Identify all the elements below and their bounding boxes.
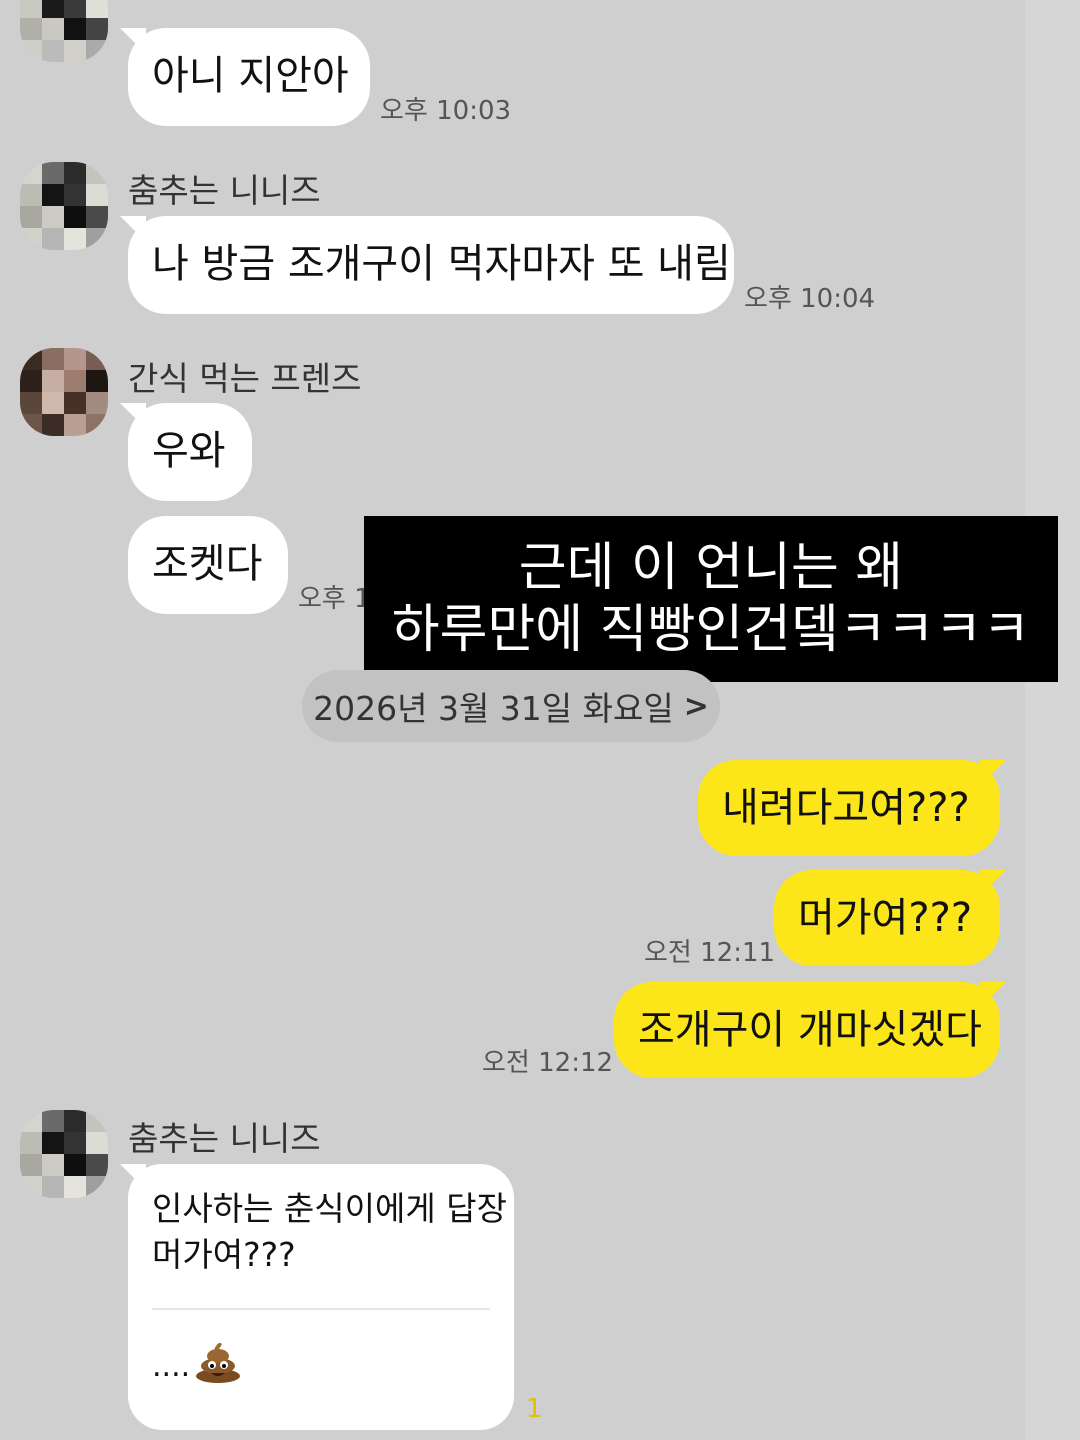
message-text: 조켓다 bbox=[152, 541, 263, 587]
message-bubble[interactable]: 조켓다 bbox=[128, 516, 288, 614]
message-time: 오후 1 bbox=[298, 584, 371, 614]
reply-line: 인사하는 춘식이에게 답장 bbox=[152, 1189, 507, 1228]
sender-name: 춤추는 니니즈 bbox=[128, 1119, 321, 1158]
avatar[interactable] bbox=[20, 1110, 108, 1198]
message-time: 오후 10:04 bbox=[744, 284, 876, 314]
my-message-bubble[interactable]: 조개구이 개마싯겠다 bbox=[614, 982, 1000, 1078]
message-bubble[interactable]: 나 방금 조개구이 먹자마자 또 내림 bbox=[128, 216, 734, 314]
caption-line: 하루만에 직빵인건뎈ㅋㅋㅋㅋ bbox=[391, 600, 1031, 660]
message-text: 우와 bbox=[152, 428, 226, 474]
caption-overlay: 근데 이 언니는 왜 하루만에 직빵인건뎈ㅋㅋㅋㅋ bbox=[364, 516, 1058, 682]
reply-line: 머가여??? bbox=[152, 1235, 296, 1274]
chevron-right-icon: > bbox=[683, 688, 709, 724]
sender-name: 간식 먹는 프렌즈 bbox=[128, 359, 362, 398]
message-text: 조개구이 개마싯겠다 bbox=[638, 1007, 982, 1053]
reply-card[interactable]: 인사하는 춘식이에게 답장 머가여??? .... bbox=[128, 1164, 514, 1430]
divider bbox=[152, 1308, 490, 1310]
reply-footer: .... bbox=[152, 1338, 490, 1384]
message-text: 내려다고여??? bbox=[722, 785, 970, 831]
date-text: 2026년 3월 31일 화요일 bbox=[313, 689, 674, 728]
poop-emoji-icon bbox=[194, 1338, 242, 1384]
unread-count: 1 bbox=[526, 1394, 543, 1424]
avatar[interactable] bbox=[20, 162, 108, 250]
my-message-bubble[interactable]: 내려다고여??? bbox=[698, 760, 1000, 856]
message-text: 머가여??? bbox=[798, 895, 973, 941]
message-text: 아니 지안아 bbox=[152, 53, 349, 99]
avatar[interactable] bbox=[20, 0, 108, 62]
my-message-bubble[interactable]: 머가여??? bbox=[774, 870, 1000, 966]
message-text: 나 방금 조개구이 먹자마자 또 내림 bbox=[152, 241, 731, 287]
message-bubble[interactable]: 아니 지안아 bbox=[128, 28, 370, 126]
sender-name: 춤추는 니니즈 bbox=[128, 171, 321, 210]
avatar[interactable] bbox=[20, 348, 108, 436]
message-bubble[interactable]: 우와 bbox=[128, 403, 252, 501]
right-edge-strip bbox=[1025, 0, 1080, 1440]
message-time: 오전 12:11 bbox=[644, 938, 776, 968]
message-time: 오전 12:12 bbox=[482, 1048, 614, 1078]
date-divider[interactable]: 2026년 3월 31일 화요일 > bbox=[302, 670, 720, 742]
ellipsis-text: .... bbox=[152, 1349, 191, 1384]
message-time: 오후 10:03 bbox=[380, 96, 512, 126]
caption-line: 근데 이 언니는 왜 bbox=[518, 538, 904, 598]
